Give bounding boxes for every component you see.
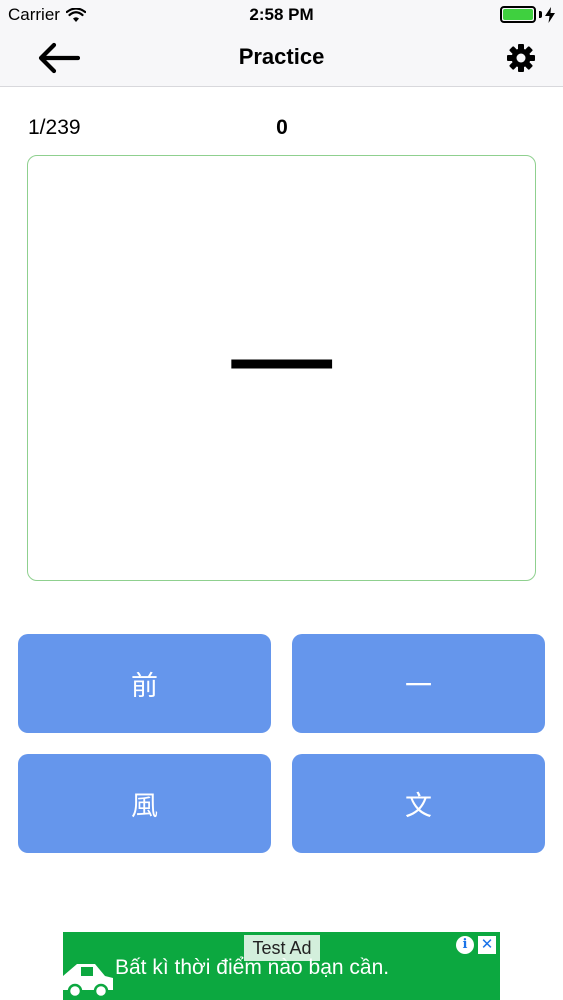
progress-counter: 1/239 xyxy=(28,116,81,139)
question-character: 一 xyxy=(226,305,337,433)
navigation-bar: Practice xyxy=(0,30,563,87)
ad-close-icon[interactable]: ✕ xyxy=(478,936,496,954)
score-value: 0 xyxy=(276,116,288,139)
answer-button-4[interactable]: 文 xyxy=(292,754,545,853)
battery-indicator xyxy=(500,6,555,23)
battery-tip xyxy=(539,11,542,18)
battery-fill xyxy=(503,9,533,20)
ad-banner[interactable]: Bất kì thời điểm nào bạn cần. Test Ad i … xyxy=(63,932,500,1000)
settings-button[interactable] xyxy=(505,42,537,74)
status-time: 2:58 PM xyxy=(249,5,314,24)
car-icon xyxy=(63,964,113,999)
gear-icon xyxy=(507,44,535,72)
charging-bolt-icon xyxy=(545,6,555,23)
page-title: Practice xyxy=(238,44,325,69)
ad-label: Test Ad xyxy=(244,935,320,961)
answer-button-1[interactable]: 前 xyxy=(18,634,271,733)
ad-info-icon[interactable]: i xyxy=(456,936,474,954)
answer-button-3[interactable]: 風 xyxy=(18,754,271,853)
character-card: 一 xyxy=(27,155,536,581)
status-bar: Carrier 2:58 PM xyxy=(0,0,563,30)
answer-button-2[interactable]: 一 xyxy=(292,634,545,733)
battery-icon xyxy=(500,6,536,23)
